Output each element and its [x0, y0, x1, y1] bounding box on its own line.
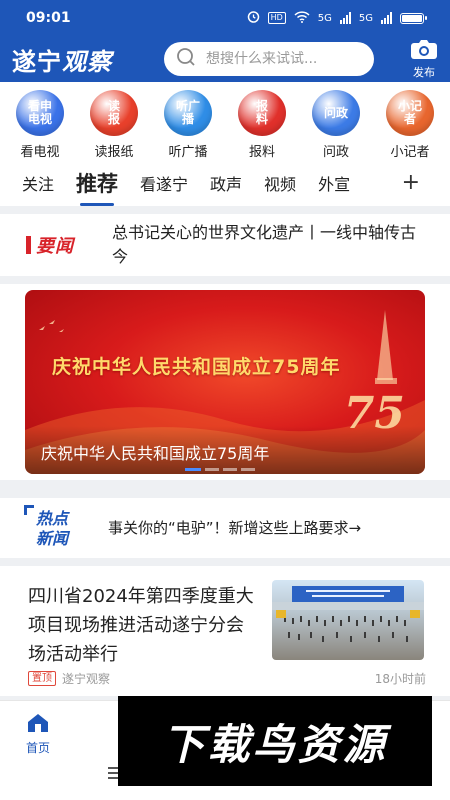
yaowen-tag: 要闻 [26, 230, 88, 260]
shortcut-item[interactable]: 小记 者小记者 [374, 90, 446, 160]
tab-2[interactable]: 看遂宁 [140, 171, 188, 195]
status-bar: 09:01 HD 5G 5G [0, 0, 450, 36]
shortcut-item[interactable]: 读 报读报纸 [78, 90, 150, 160]
app-logo: 遂宁观察 [12, 46, 112, 76]
hd-icon: HD [267, 12, 286, 24]
headline-text: 总书记关心的世界文化遗产丨一线中轴传古今 [112, 223, 417, 266]
news-meta: 置顶 遂宁观察 [28, 670, 110, 687]
shortcut-label: 报料 [248, 145, 275, 160]
shortcut-row: 看申 电视 看电视读 报读报纸 听广 播听广播报 料报料 问政 问政 小记 者小记者 [0, 82, 450, 160]
tab-3[interactable]: 政声 [210, 171, 242, 195]
search-box[interactable] [164, 42, 374, 76]
search-icon [176, 47, 196, 71]
wifi-icon [294, 10, 310, 26]
add-channel-button[interactable]: + [402, 170, 420, 195]
status-icons: HD 5G 5G [247, 10, 427, 26]
tab-1[interactable]: 推荐 [76, 168, 118, 198]
shortcut-item[interactable]: 报 料报料 [226, 90, 298, 160]
publish-label: 发布 [413, 66, 435, 79]
shortcut-label: 听广播 [168, 145, 208, 160]
search-input[interactable] [206, 51, 356, 67]
publish-button[interactable]: 发布 [410, 38, 438, 80]
signal-icon [381, 12, 392, 24]
nav-home[interactable]: 首页 [26, 713, 50, 756]
signal-icon [339, 12, 351, 24]
shortcut-icon: 问政 [312, 90, 360, 136]
network-label-2: 5G [358, 12, 373, 24]
shortcut-item[interactable]: 看申 电视 看电视 [4, 90, 76, 160]
shortcut-item[interactable]: 问政 问政 [300, 90, 372, 160]
banner-title: 庆祝中华人民共和国成立75周年 [52, 356, 341, 378]
shortcut-label: 读报纸 [94, 145, 134, 160]
nav-home-label: 首页 [26, 741, 51, 755]
news-item[interactable]: 四川省2024年第四季度重大项目现场推进活动遂宁分会场活动举行 置顶 遂宁观察 … [0, 566, 450, 696]
hot-news-card[interactable]: 热点 新闻 事关你的“电驴”！新增这些上路要求→ [0, 498, 450, 558]
shortcut-icon: 读 报 [90, 90, 138, 136]
banner-card: 庆祝中华人民共和国成立75周年 75 庆祝中华人民共和国成立75周年 [0, 284, 450, 480]
news-source: 遂宁观察 [62, 672, 111, 686]
headline-card[interactable]: 要闻 总书记关心的世界文化遗产丨一线中轴传古今 [0, 214, 450, 276]
network-label-1: 5G [317, 12, 332, 24]
news-time: 18小时前 [374, 672, 426, 686]
tab-4[interactable]: 视频 [264, 171, 296, 195]
shortcut-label: 小记者 [390, 145, 430, 160]
shortcut-icon: 报 料 [238, 90, 286, 136]
banner-caption: 庆祝中华人民共和国成立75周年 [41, 444, 270, 463]
tab-5[interactable]: 外宣 [318, 171, 350, 195]
banner-image[interactable]: 庆祝中华人民共和国成立75周年 75 庆祝中华人民共和国成立75周年 [25, 290, 425, 474]
shortcut-icon: 听广 播 [164, 90, 212, 136]
carousel-indicator [185, 468, 255, 471]
news-title: 四川省2024年第四季度重大项目现场推进活动遂宁分会场活动举行 [28, 586, 254, 665]
alarm-icon [247, 10, 260, 26]
home-icon [26, 713, 50, 736]
watermark: 下载鸟资源 [118, 696, 432, 786]
shortcut-label: 问政 [322, 145, 349, 160]
battery-icon [400, 12, 427, 24]
shortcut-item[interactable]: 听广 播听广播 [152, 90, 224, 160]
status-time: 09:01 [26, 10, 71, 26]
tab-0[interactable]: 关注 [22, 171, 54, 195]
shortcut-icon: 看申 电视 [16, 90, 64, 136]
hot-news-text: 事关你的“电驴”！新增这些上路要求→ [108, 519, 362, 537]
shortcut-label: 看电视 [20, 145, 60, 160]
pinned-badge: 置顶 [28, 671, 56, 686]
hot-news-tag: 热点 新闻 [24, 505, 88, 551]
news-thumbnail [272, 580, 424, 660]
channel-tabs: 关注 推荐 看遂宁 政声 视频 外宣 + [0, 160, 450, 206]
camera-icon [410, 38, 438, 63]
shortcut-icon: 小记 者 [386, 90, 434, 136]
app-header: 遂宁观察 发布 [0, 36, 450, 82]
